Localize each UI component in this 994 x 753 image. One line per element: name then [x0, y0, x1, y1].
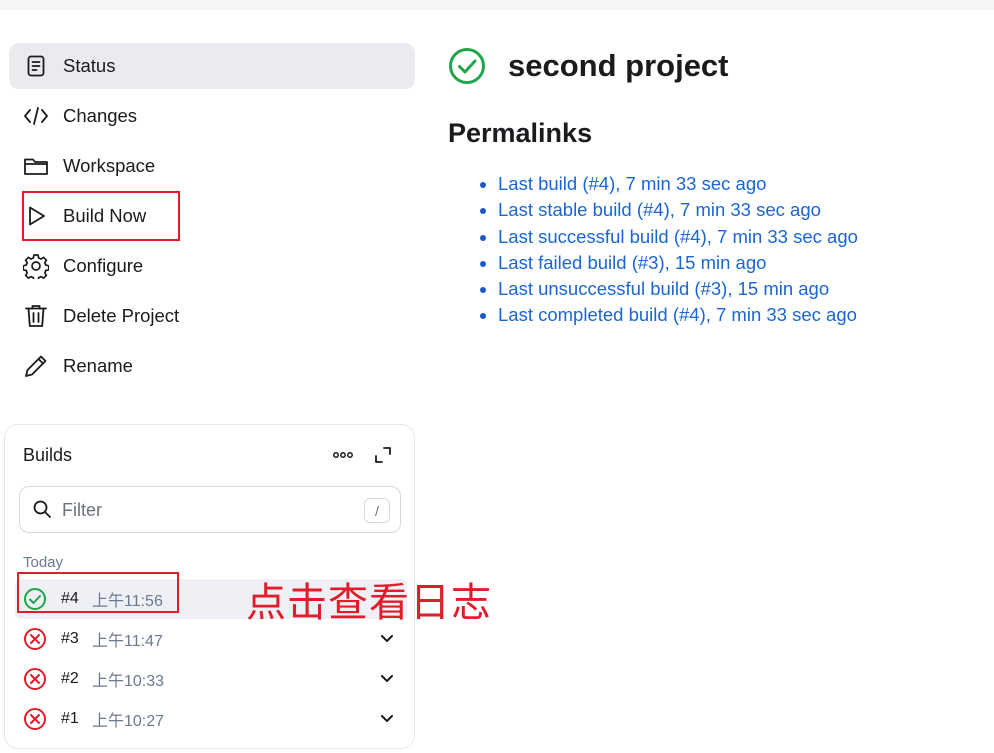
- nav-item-label: Rename: [63, 355, 133, 376]
- permalink-item: Last stable build (#4), 7 min 33 sec ago: [498, 197, 858, 223]
- build-time: 上午10:33: [92, 673, 165, 690]
- more-options-icon[interactable]: [331, 445, 355, 465]
- filter-input[interactable]: [62, 497, 352, 523]
- document-icon: [22, 52, 50, 80]
- build-time: 上午10:27: [92, 713, 165, 730]
- nav-item-label: Configure: [63, 255, 144, 276]
- success-icon: [23, 587, 47, 611]
- gear-icon: [22, 252, 50, 280]
- nav-item-workspace[interactable]: Workspace: [9, 143, 415, 189]
- build-row-2[interactable]: #2 上午10:33: [15, 659, 407, 699]
- permalink-last-unsuccessful-build[interactable]: Last unsuccessful build (#3), 15 min ago: [498, 278, 829, 299]
- code-icon: [22, 102, 50, 130]
- nav-item-status[interactable]: Status: [9, 43, 415, 89]
- chevron-down-icon[interactable]: [379, 631, 395, 647]
- nav-item-label: Changes: [63, 105, 138, 126]
- builds-title: Builds: [23, 445, 73, 465]
- build-number[interactable]: #1: [61, 710, 92, 728]
- build-row-1[interactable]: #1 上午10:27: [15, 699, 407, 739]
- permalink-last-completed-build[interactable]: Last completed build (#4), 7 min 33 sec …: [498, 304, 857, 325]
- nav-item-changes[interactable]: Changes: [9, 93, 415, 139]
- top-bar: [0, 0, 994, 10]
- success-icon: [449, 48, 485, 84]
- failed-icon: [23, 707, 47, 731]
- permalink-last-failed-build[interactable]: Last failed build (#3), 15 min ago: [498, 252, 766, 273]
- nav-item-label: Delete Project: [63, 305, 180, 326]
- build-number[interactable]: #4: [61, 590, 92, 608]
- chevron-down-icon[interactable]: [379, 711, 395, 727]
- permalink-item: Last unsuccessful build (#3), 15 min ago: [498, 276, 858, 302]
- permalink-last-stable-build[interactable]: Last stable build (#4), 7 min 33 sec ago: [498, 199, 821, 220]
- filter-shortcut-key: /: [364, 498, 390, 523]
- permalink-item: Last failed build (#3), 15 min ago: [498, 250, 858, 276]
- title-row: second project: [448, 46, 858, 86]
- nav-item-label: Status: [63, 55, 116, 76]
- permalinks-list: Last build (#4), 7 min 33 sec ago Last s…: [498, 171, 858, 329]
- build-time: 上午11:56: [92, 593, 163, 610]
- nav-item-rename[interactable]: Rename: [9, 343, 415, 389]
- nav-item-configure[interactable]: Configure: [9, 243, 415, 289]
- chevron-down-icon[interactable]: [379, 671, 395, 687]
- nav-item-label: Build Now: [63, 205, 147, 226]
- failed-icon: [23, 627, 47, 651]
- expand-icon[interactable]: [372, 444, 394, 466]
- search-icon: [32, 499, 52, 524]
- annotation-text: 点击查看日志: [246, 580, 492, 626]
- permalink-last-build[interactable]: Last build (#4), 7 min 33 sec ago: [498, 173, 766, 194]
- permalink-item: Last successful build (#4), 7 min 33 sec…: [498, 224, 858, 250]
- permalink-last-successful-build[interactable]: Last successful build (#4), 7 min 33 sec…: [498, 226, 858, 247]
- builds-filter: /: [19, 486, 401, 533]
- play-icon: [22, 202, 50, 230]
- permalink-item: Last build (#4), 7 min 33 sec ago: [498, 171, 858, 197]
- nav-item-build-now[interactable]: Build Now: [9, 193, 415, 239]
- side-panel: Status Changes Workspace Build Now Confi…: [9, 43, 415, 393]
- page-title: second project: [508, 48, 729, 83]
- build-number[interactable]: #2: [61, 670, 92, 688]
- main-content: second project Permalinks Last build (#4…: [448, 46, 858, 329]
- build-group-label: Today: [23, 554, 64, 571]
- build-number[interactable]: #3: [61, 630, 92, 648]
- nav-item-label: Workspace: [63, 155, 156, 176]
- trash-icon: [22, 302, 50, 330]
- failed-icon: [23, 667, 47, 691]
- folder-icon: [22, 152, 50, 180]
- build-time: 上午11:47: [92, 633, 163, 650]
- permalink-item: Last completed build (#4), 7 min 33 sec …: [498, 302, 858, 328]
- pencil-icon: [22, 352, 50, 380]
- permalinks-heading: Permalinks: [448, 118, 593, 148]
- nav-item-delete-project[interactable]: Delete Project: [9, 293, 415, 339]
